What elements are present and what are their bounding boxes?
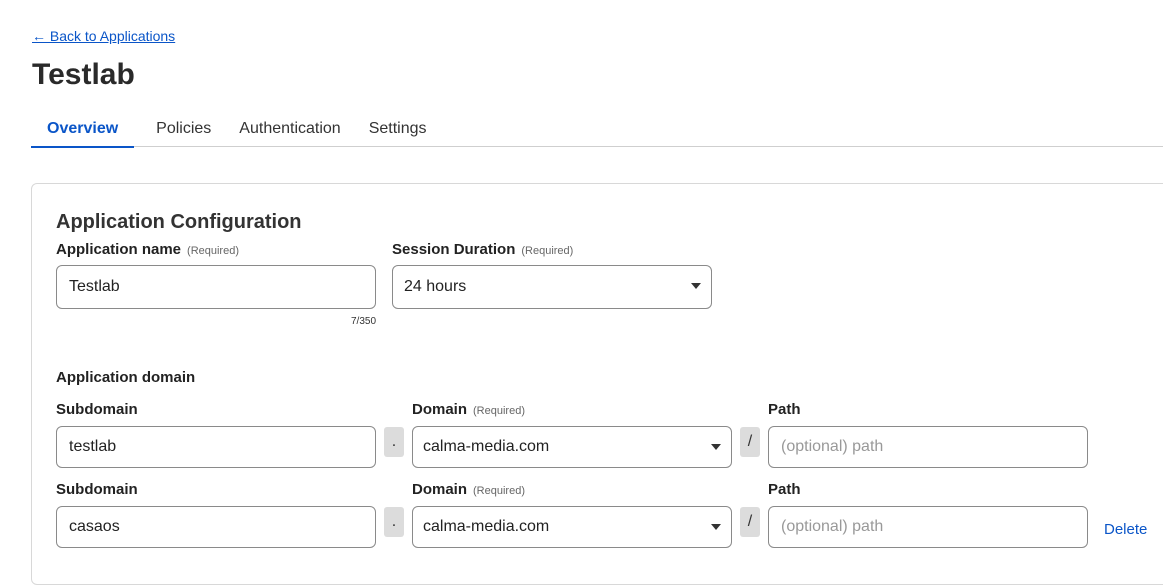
required-hint: (Required)	[473, 485, 525, 497]
tab-bar: Overview Policies Authentication Setting…	[31, 112, 1163, 148]
tab-overview[interactable]: Overview	[31, 112, 135, 148]
subdomain-value: casaos	[69, 518, 120, 535]
path-placeholder: (optional) path	[781, 438, 884, 455]
subdomain-input[interactable]: casaos	[56, 506, 376, 548]
dot-separator: .	[384, 507, 404, 537]
domain-label-text: Domain	[412, 401, 468, 418]
slash-separator: /	[740, 507, 760, 537]
section-title: Application Configuration	[56, 211, 302, 233]
dot-separator: .	[384, 427, 404, 457]
path-input[interactable]: (optional) path	[768, 506, 1088, 548]
session-duration-select[interactable]: 24 hours	[392, 265, 712, 309]
character-counter: 7/350	[351, 316, 377, 327]
domain-label: Domain (Required)	[412, 401, 525, 418]
session-duration-label-text: Session Duration	[392, 241, 516, 258]
chevron-down-icon	[711, 444, 721, 450]
session-duration-value: 24 hours	[404, 278, 467, 295]
path-input[interactable]: (optional) path	[768, 426, 1088, 468]
back-to-applications-link[interactable]: ← Back to Applications	[32, 28, 175, 44]
subdomain-input[interactable]: testlab	[56, 426, 376, 468]
subdomain-value: testlab	[69, 438, 117, 455]
required-hint: (Required)	[473, 405, 525, 417]
page-title: Testlab	[32, 58, 135, 91]
path-label: Path	[768, 481, 801, 498]
domain-value: calma-media.com	[423, 518, 550, 535]
application-name-label: Application name (Required)	[56, 241, 239, 258]
chevron-down-icon	[711, 524, 721, 530]
subdomain-label: Subdomain	[56, 401, 138, 418]
path-label: Path	[768, 401, 801, 418]
application-domain-heading: Application domain	[56, 369, 196, 386]
domain-select[interactable]: calma-media.com	[412, 426, 732, 468]
domain-label-text: Domain	[412, 481, 468, 498]
domain-value: calma-media.com	[423, 438, 550, 455]
path-placeholder: (optional) path	[781, 518, 884, 535]
chevron-down-icon	[691, 283, 701, 289]
application-name-label-text: Application name	[56, 241, 182, 258]
domain-label: Domain (Required)	[412, 481, 525, 498]
application-name-input[interactable]: Testlab	[56, 265, 376, 309]
application-name-value: Testlab	[69, 278, 120, 295]
slash-separator: /	[740, 427, 760, 457]
tab-settings[interactable]: Settings	[355, 112, 441, 146]
subdomain-label: Subdomain	[56, 481, 138, 498]
tab-policies[interactable]: Policies	[142, 112, 225, 146]
required-hint: (Required)	[521, 245, 574, 257]
tab-authentication[interactable]: Authentication	[225, 112, 354, 146]
delete-domain-link[interactable]: Delete	[1104, 521, 1147, 538]
session-duration-label: Session Duration (Required)	[392, 241, 573, 258]
domain-select[interactable]: calma-media.com	[412, 506, 732, 548]
required-hint: (Required)	[187, 245, 239, 257]
